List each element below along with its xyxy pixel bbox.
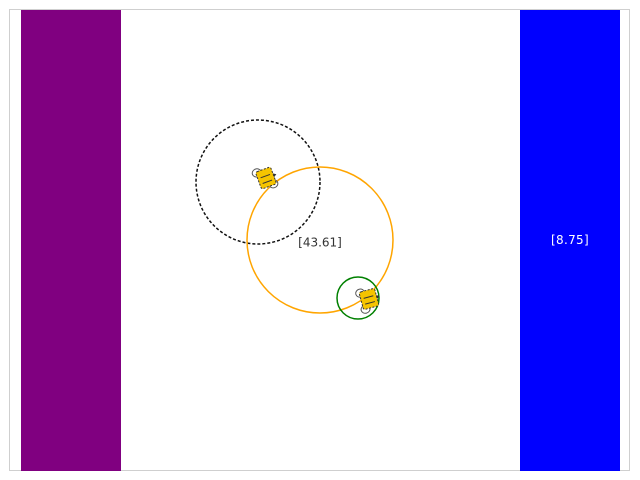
playfield-svg[interactable]: [43.61] [0,0,640,480]
game-canvas[interactable]: [8.75] [43.61] [0,0,640,480]
center-distance-label: [43.61] [298,236,342,250]
bee-sprite-upper[interactable] [251,163,280,193]
upper-target-ring [195,119,321,245]
